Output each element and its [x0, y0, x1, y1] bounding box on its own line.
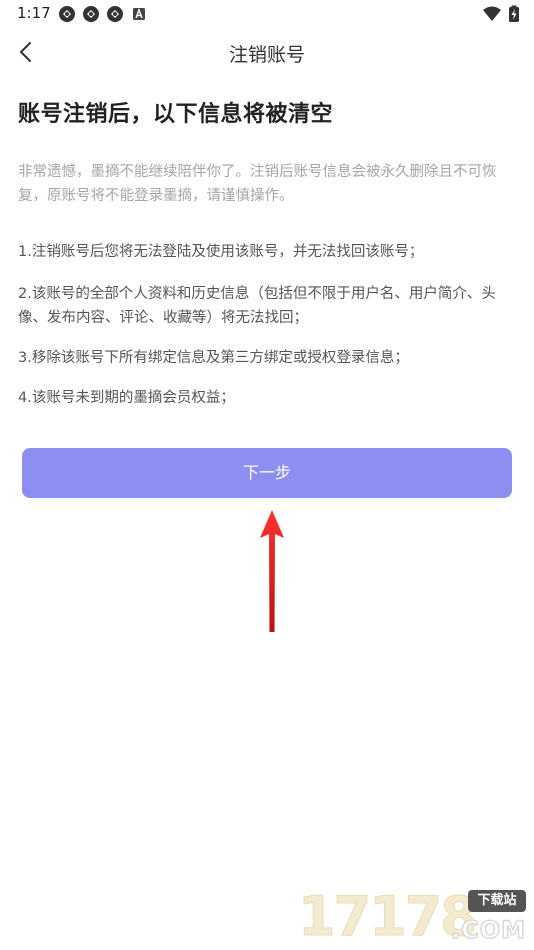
status-notification-icons [58, 5, 148, 23]
red-arrow-up-icon [260, 510, 284, 632]
list-item: 1.注销账号后您将无法登陆及使用该账号，并无法找回该账号； [18, 244, 424, 260]
watermark-badge: 下载站 [468, 890, 526, 912]
warning-text: 非常遗憾，墨摘不能继续陪伴你了。注销后账号信息会被永久删除且不可恢复，原账号将不… [18, 164, 497, 204]
section-heading: 账号注销后，以下信息将被清空 [18, 102, 334, 127]
page-title: 注销账号 [228, 44, 305, 66]
next-step-button[interactable]: 下一步 [22, 448, 512, 498]
a-box-icon [133, 8, 145, 20]
status-time: 1:17 [17, 4, 51, 22]
app-notification-icon [107, 6, 123, 22]
wifi-icon [483, 6, 501, 21]
list-item: 2.该账号的全部个人资料和历史信息（包括但不限于用户名、用户简介、头像、发布内容… [18, 286, 496, 326]
battery-icon [509, 5, 519, 22]
app-notification-icon [83, 6, 99, 22]
watermark-logo: 17178 下载站 .COM [298, 885, 526, 948]
status-system-icons [482, 5, 520, 23]
app-notification-icon [59, 6, 75, 22]
list-item: 4.该账号未到期的墨摘会员权益； [18, 390, 235, 406]
watermark-digits: 17178 [298, 885, 479, 948]
list-item: 3.移除该账号下所有绑定信息及第三方绑定或授权登录信息； [18, 350, 409, 366]
watermark-com: .COM [450, 915, 526, 945]
app-header: 注销账号 [0, 30, 534, 76]
status-bar: 1:17 [0, 0, 534, 28]
